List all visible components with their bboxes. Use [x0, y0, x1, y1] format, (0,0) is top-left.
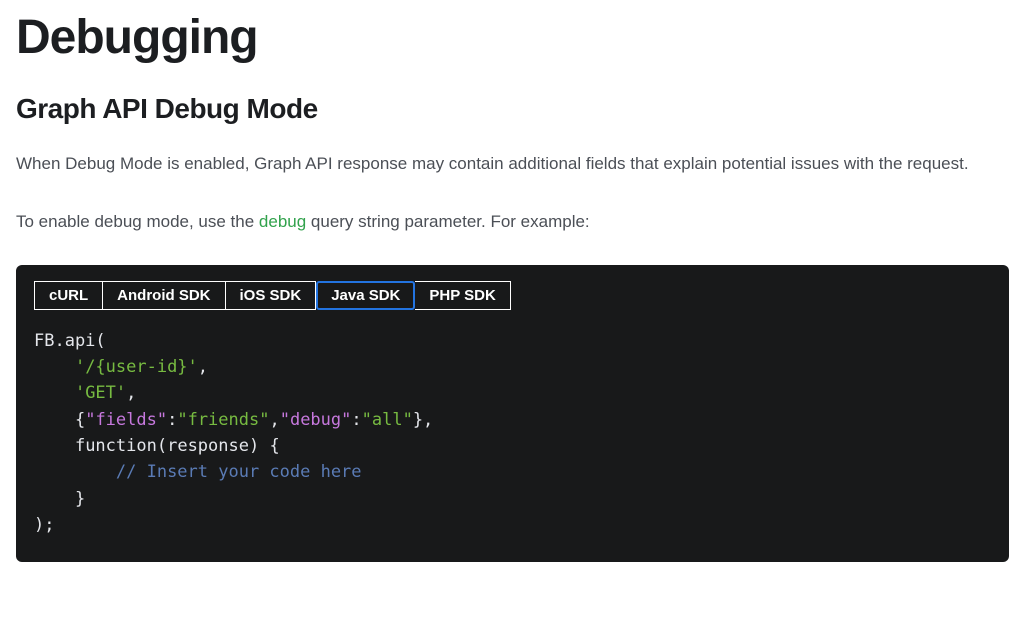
code-string-get: 'GET' [75, 383, 126, 403]
code-string-user-id: '/{user-id}' [75, 357, 198, 377]
code-comment: // Insert your code here [116, 462, 362, 482]
code-tab-row: cURL Android SDK iOS SDK Java SDK PHP SD… [34, 281, 991, 310]
code-snippet[interactable]: FB.api( '/{user-id}', 'GET', {"fields":"… [34, 328, 991, 539]
paragraph-text-post: query string parameter. For example: [306, 212, 589, 231]
paragraph-text-pre: To enable debug mode, use the [16, 212, 259, 231]
tab-ios-sdk[interactable]: iOS SDK [226, 281, 317, 310]
code-line-1: FB.api( [34, 331, 106, 351]
code-val-friends: "friends" [177, 410, 269, 430]
enable-debug-paragraph: To enable debug mode, use the debug quer… [16, 207, 1009, 237]
tab-java-sdk[interactable]: Java SDK [316, 281, 415, 310]
tab-android-sdk[interactable]: Android SDK [103, 281, 225, 310]
section-heading: Graph API Debug Mode [16, 93, 1009, 125]
tab-curl[interactable]: cURL [34, 281, 103, 310]
tab-php-sdk[interactable]: PHP SDK [415, 281, 510, 310]
code-val-all: "all" [362, 410, 413, 430]
code-key-debug: "debug" [280, 410, 352, 430]
code-keyword-function: function [75, 436, 157, 456]
page-title: Debugging [16, 10, 1009, 65]
code-key-fields: "fields" [85, 410, 167, 430]
inline-code-debug: debug [259, 212, 306, 231]
intro-paragraph: When Debug Mode is enabled, Graph API re… [16, 149, 1009, 179]
code-example-block: cURL Android SDK iOS SDK Java SDK PHP SD… [16, 265, 1009, 563]
code-ident-response: response [167, 436, 249, 456]
